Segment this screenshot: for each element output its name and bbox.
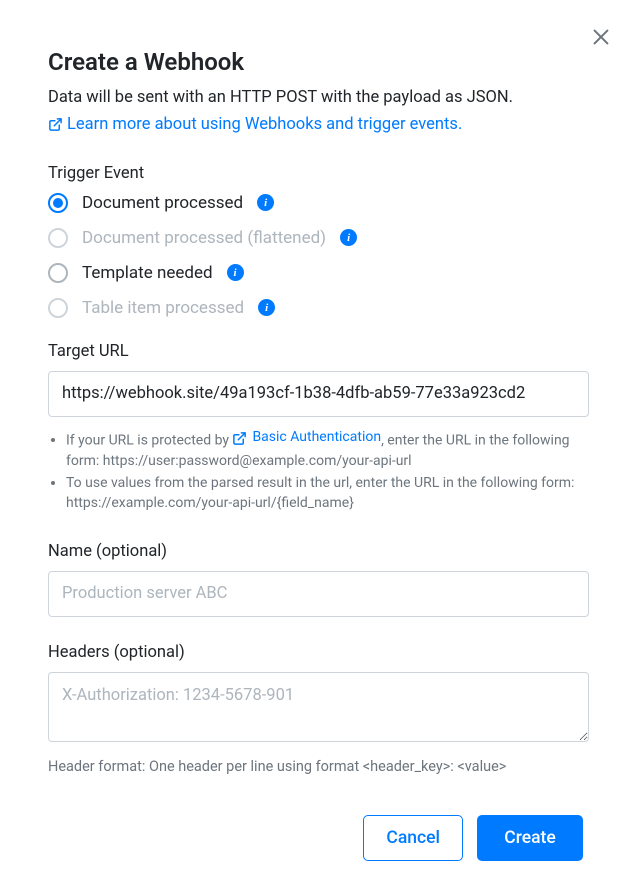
radio-label: Document processed (flattened) [82,228,326,248]
radio-table-item-processed: Table item processed i [48,298,589,318]
external-link-icon [232,431,247,446]
target-url-input[interactable] [48,371,589,417]
radio-icon [48,263,68,283]
radio-icon [48,298,68,318]
radio-label: Table item processed [82,298,244,318]
target-url-field: Target URL If your URL is protected by B… [48,342,589,514]
trigger-event-group: Document processed i Document processed … [48,193,589,318]
create-webhook-modal: Create a Webhook Data will be sent with … [0,0,637,885]
radio-icon [48,193,68,213]
headers-label: Headers (optional) [48,643,589,662]
hint-basic-auth: If your URL is protected by Basic Authen… [66,427,589,471]
learn-more-link[interactable]: Learn more about using Webhooks and trig… [48,115,462,134]
modal-subtitle: Data will be sent with an HTTP POST with… [48,86,589,111]
name-field: Name (optional) [48,542,589,617]
name-label: Name (optional) [48,542,589,561]
headers-field: Headers (optional) Header format: One he… [48,643,589,775]
info-icon[interactable]: i [258,299,275,316]
modal-title: Create a Webhook [48,48,589,76]
info-icon[interactable]: i [227,264,244,281]
basic-auth-link[interactable]: Basic Authentication [232,427,381,447]
radio-template-needed[interactable]: Template needed i [48,263,589,283]
target-url-hints: If your URL is protected by Basic Authen… [48,427,589,514]
name-input[interactable] [48,571,589,617]
learn-more-label: Learn more about using Webhooks and trig… [67,115,462,134]
headers-hint: Header format: One header per line using… [48,758,589,775]
radio-document-processed[interactable]: Document processed i [48,193,589,213]
radio-document-processed-flattened: Document processed (flattened) i [48,228,589,248]
close-button[interactable] [587,24,615,52]
radio-icon [48,228,68,248]
radio-label: Document processed [82,193,243,213]
headers-input[interactable] [48,672,589,742]
create-button[interactable]: Create [477,815,583,861]
target-url-label: Target URL [48,342,589,361]
hint-parsed-values: To use values from the parsed result in … [66,473,589,514]
cancel-button[interactable]: Cancel [363,815,463,861]
close-icon [590,26,612,51]
trigger-event-label: Trigger Event [48,164,589,183]
radio-label: Template needed [82,263,213,283]
external-link-icon [48,117,63,132]
modal-footer: Cancel Create [48,815,589,861]
info-icon[interactable]: i [340,229,357,246]
info-icon[interactable]: i [257,194,274,211]
